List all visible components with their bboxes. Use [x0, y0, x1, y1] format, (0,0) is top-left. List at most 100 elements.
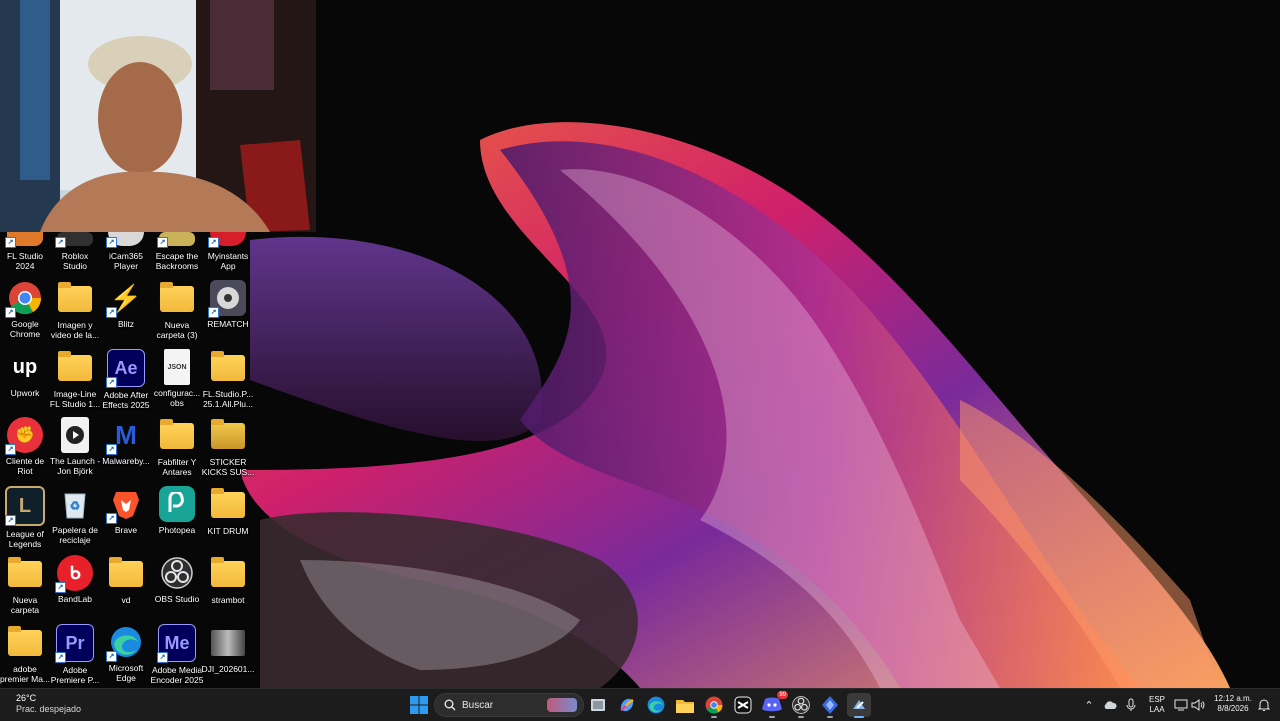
folder-icon	[8, 626, 42, 656]
icon-label: vd	[121, 595, 131, 605]
desktop-icon-malwarebytes[interactable]: M ↗ Malwareby...	[101, 417, 151, 481]
desktop-icon-configuracion-obs[interactable]: JSON configurac... obs	[152, 349, 202, 413]
desktop-icon-strambot[interactable]: strambot	[203, 555, 253, 619]
network-tray-icon[interactable]	[1173, 697, 1189, 713]
desktop-icon-the-launch[interactable]: The Launch - Jon Björk	[50, 417, 100, 481]
after-effects-icon: Ae ↗	[106, 349, 145, 388]
icon-label: KIT DRUM	[207, 526, 249, 536]
task-view-button[interactable]	[586, 693, 610, 717]
desktop-icon-nueva-carpeta-3[interactable]: Nueva carpeta (3)	[152, 280, 202, 344]
taskbar-search-box[interactable]: Buscar	[434, 693, 584, 717]
icam365-icon: ↗	[106, 232, 144, 248]
json-file-icon: JSON	[164, 349, 190, 385]
icon-label: Adobe After Effects 2025	[102, 390, 150, 410]
escape-backrooms-icon: ↗	[157, 232, 195, 248]
desktop-icon-photopea[interactable]: Photopea	[152, 486, 202, 550]
fl-studio-icon: ↗	[5, 232, 43, 248]
desktop-icon-blitz[interactable]: ⚡ ↗ Blitz	[101, 280, 151, 344]
icon-label: Myinstants App	[207, 251, 249, 271]
desktop-icon-nueva-carpeta[interactable]: Nueva carpeta	[0, 555, 50, 619]
discord-icon	[762, 697, 782, 712]
taskbar-discord[interactable]: 99	[760, 691, 788, 718]
diamond-app-icon	[822, 696, 838, 714]
desktop-icon-adobe-premier-ma[interactable]: adobe premier Ma...	[0, 624, 50, 688]
chevron-up-icon: ⌃	[1084, 699, 1094, 712]
taskbar-chrome[interactable]	[702, 693, 726, 718]
taskbar-clock[interactable]: 12:12 a.m. 8/8/2026	[1210, 694, 1256, 714]
taskbar-app[interactable]	[818, 693, 842, 718]
blitz-icon: ⚡ ↗	[106, 280, 144, 318]
desktop-icon-league-of-legends[interactable]: L ↗ League of Legends	[0, 486, 50, 550]
clock-date: 8/8/2026	[1217, 704, 1249, 713]
desktop-icon-fabfilter-y-antares[interactable]: Fabfilter Y Antares	[152, 417, 202, 481]
icon-label: Cliente de Riot	[5, 456, 45, 476]
taskbar-capture-tool[interactable]	[847, 693, 871, 718]
taskbar-capcut[interactable]	[731, 693, 755, 717]
desktop-icon-adobe-after-effects[interactable]: Ae ↗ Adobe After Effects 2025	[101, 349, 151, 413]
bell-icon	[1258, 699, 1270, 711]
file-explorer-icon	[676, 699, 694, 713]
desktop-icon-imagen-y-video[interactable]: Imagen y video de la...	[50, 280, 100, 344]
capture-tool-icon	[853, 700, 865, 709]
icon-label: Blitz	[117, 319, 135, 329]
desktop-icon-fl-studio-plugins[interactable]: FL.Studio.P... 25.1.All.Plu...	[203, 349, 253, 413]
desktop-icon-kit-drum[interactable]: KIT DRUM	[203, 486, 253, 550]
cloud-icon	[1104, 701, 1117, 709]
desktop-icon-papelera-de-reciclaje[interactable]: ♻ Papelera de reciclaje	[50, 486, 100, 550]
onedrive-tray-icon[interactable]	[1102, 697, 1118, 713]
input-language-indicator[interactable]: ESP LAA	[1146, 695, 1168, 715]
desktop-icon-microsoft-edge[interactable]: ↗ Microsoft Edge	[101, 624, 151, 688]
video-thumbnail-icon	[211, 630, 245, 656]
desktop-icon-google-chrome[interactable]: ↗ Google Chrome	[0, 280, 50, 344]
microphone-tray-icon[interactable]	[1123, 697, 1139, 713]
media-file-icon	[61, 417, 89, 453]
taskbar-file-explorer[interactable]	[673, 693, 697, 717]
desktop-icon-rematch[interactable]: ↗ REMATCH	[203, 280, 253, 344]
obs-icon	[792, 696, 810, 714]
desktop-icon-image-line-fl-studio[interactable]: Image-Line FL Studio 1...	[50, 349, 100, 413]
icon-label: OBS Studio	[154, 594, 200, 604]
search-highlight-icon	[547, 698, 577, 712]
weather-temperature: 26°C	[16, 693, 37, 703]
bandlab-icon: ᑲ ↗	[55, 555, 93, 593]
weather-widget[interactable]: 26°C Prac. despejado	[16, 693, 81, 715]
discord-badge: 99	[777, 691, 788, 699]
icon-label: strambot	[211, 595, 245, 605]
icon-label: Escape the Backrooms	[155, 251, 199, 271]
desktop-icon-vd[interactable]: vd	[101, 555, 151, 619]
icon-label: Photopea	[158, 525, 196, 535]
obs-icon	[159, 555, 195, 591]
running-indicator	[769, 716, 775, 718]
desktop-icon-adobe-media-encoder[interactable]: Me ↗ Adobe Media Encoder 2025	[151, 624, 203, 688]
desktop-icon-upwork[interactable]: up Upwork	[0, 349, 50, 413]
icon-label: Adobe Premiere P...	[50, 665, 100, 685]
desktop-icon-brave[interactable]: ↗ Brave	[101, 486, 151, 550]
taskbar-copilot[interactable]	[615, 693, 639, 717]
running-indicator	[711, 716, 717, 718]
upwork-icon: up	[12, 355, 38, 378]
edge-icon: ↗	[106, 624, 144, 662]
show-hidden-icons-button[interactable]: ⌃	[1081, 697, 1097, 713]
taskbar-edge[interactable]	[644, 693, 668, 717]
icon-label: Google Chrome	[9, 319, 41, 339]
folder-icon	[160, 419, 194, 449]
copilot-icon	[620, 698, 634, 712]
taskbar-obs[interactable]	[789, 693, 813, 718]
volume-tray-icon[interactable]	[1190, 697, 1206, 713]
icon-label: FL.Studio.P... 25.1.All.Plu...	[202, 389, 254, 409]
desktop-icon-obs-studio[interactable]: OBS Studio	[152, 555, 202, 619]
notifications-button[interactable]	[1256, 697, 1272, 713]
edge-icon	[647, 696, 665, 714]
desktop-icon-cliente-de-riot[interactable]: ✊ ↗ Cliente de Riot	[0, 417, 50, 481]
folder-icon	[160, 282, 194, 312]
icon-label: League of Legends	[6, 529, 44, 549]
desktop-icon-dji-video[interactable]: DJI_202601...	[202, 624, 254, 688]
svg-text:♻: ♻	[70, 499, 81, 513]
keyboard-layout: LAA	[1149, 705, 1165, 714]
start-button[interactable]	[407, 693, 431, 717]
desktop-icon-adobe-premiere-pro[interactable]: Pr ↗ Adobe Premiere P...	[50, 624, 100, 688]
desktop-icon-bandlab[interactable]: ᑲ ↗ BandLab	[50, 555, 100, 619]
windows-icon	[410, 696, 428, 714]
folder-icon	[211, 557, 245, 587]
desktop-icon-sticker-kicks[interactable]: STICKER KICKS SUS...	[202, 417, 254, 481]
